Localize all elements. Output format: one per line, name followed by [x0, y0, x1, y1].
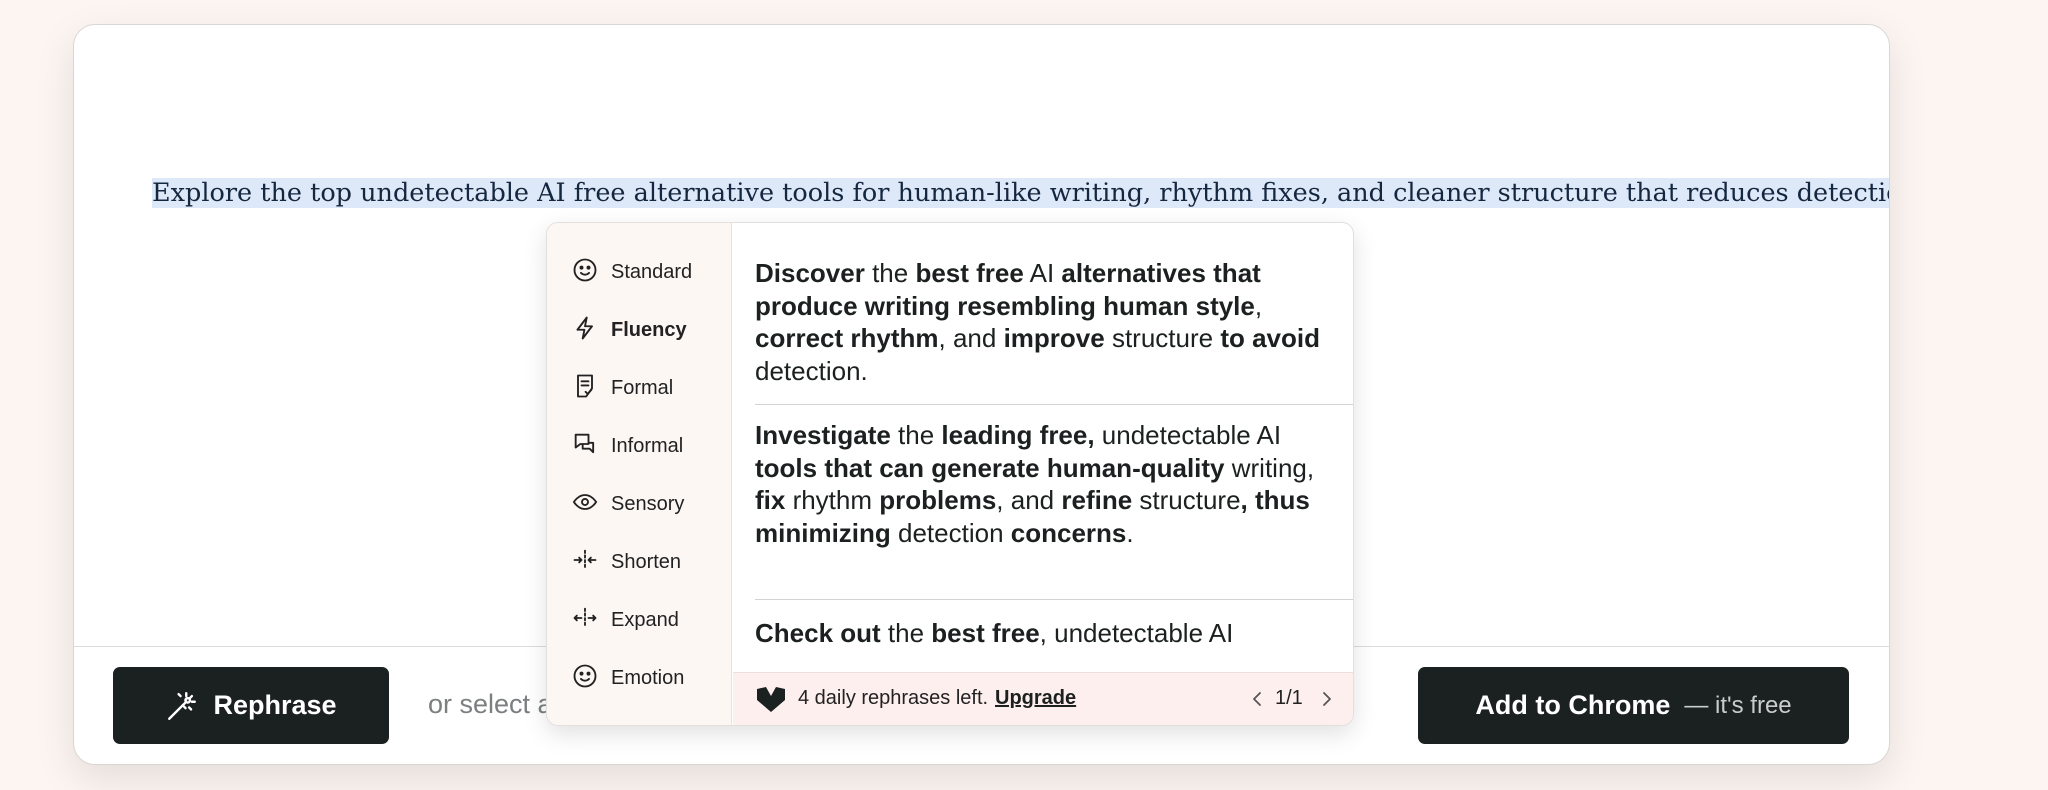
result-bold-segment: concerns	[1010, 517, 1127, 548]
upgrade-link[interactable]: Upgrade	[995, 687, 1076, 710]
result-item[interactable]: Investigate the leading free, undetectab…	[755, 419, 1323, 549]
result-segment: structure	[1104, 323, 1221, 353]
result-segment: writing,	[1224, 452, 1315, 483]
chevron-right-icon[interactable]	[1317, 687, 1337, 711]
document-check-icon	[571, 372, 599, 405]
page-indicator: 1/1	[1275, 687, 1303, 709]
result-bold-segment: Check out	[755, 618, 881, 648]
result-bold-segment: refine	[1061, 485, 1133, 515]
result-segment: the	[880, 618, 932, 648]
mode-label: Standard	[611, 260, 693, 283]
chat-bubbles-icon	[571, 430, 599, 463]
mode-label: Sensory	[611, 492, 685, 515]
mode-standard[interactable]: Standard	[571, 255, 721, 289]
lightning-icon	[571, 314, 599, 347]
rephrase-popup: Standard Fluency Formal Informal Sensory	[546, 222, 1354, 726]
mode-label: Shorten	[611, 550, 682, 573]
result-segment: the	[890, 420, 942, 450]
result-divider	[755, 599, 1353, 600]
mode-shorten[interactable]: Shorten	[571, 545, 721, 579]
mode-label: Emotion	[611, 666, 685, 689]
result-divider	[755, 404, 1353, 405]
result-segment: detection	[890, 517, 1011, 548]
brand-logo-icon	[757, 687, 785, 712]
add-to-chrome-label: Add to Chrome	[1475, 690, 1671, 720]
expand-arrows-icon	[571, 604, 599, 637]
result-bold-segment: Investigate	[755, 420, 891, 450]
mode-sensory[interactable]: Sensory	[571, 487, 721, 521]
result-bold-segment: to avoid	[1220, 323, 1320, 353]
mode-label: Fluency	[611, 318, 687, 341]
mode-fluency[interactable]: Fluency	[571, 313, 721, 347]
result-segment: , and	[996, 485, 1062, 515]
result-segment: undetectable AI	[1094, 420, 1282, 450]
result-segment: , undetectable AI	[1039, 618, 1234, 648]
mode-list: Standard Fluency Formal Informal Sensory	[547, 223, 732, 725]
result-segment: AI	[1023, 258, 1062, 288]
status-bar: 4 daily rephrases left. Upgrade 1/1	[733, 672, 1353, 725]
mode-label: Formal	[611, 376, 674, 399]
chevron-left-icon[interactable]	[1247, 687, 1267, 711]
result-bold-segment: leading free,	[941, 420, 1095, 450]
mode-label: Informal	[611, 434, 684, 457]
add-to-chrome-button[interactable]: Add to Chrome — it's free	[1418, 667, 1849, 744]
magic-wand-icon	[165, 689, 199, 723]
mode-emotion[interactable]: Emotion	[571, 661, 721, 695]
source-text[interactable]: Explore the top undetectable AI free alt…	[152, 175, 1889, 211]
result-bold-segment: best free	[931, 618, 1040, 648]
result-bold-segment: Discover	[755, 258, 865, 288]
mode-label: Expand	[611, 608, 679, 631]
smiley-icon	[571, 256, 599, 289]
smiley-icon	[571, 662, 599, 695]
result-bold-segment: problems	[879, 485, 997, 515]
result-segment: detection.	[755, 355, 868, 386]
result-bold-segment: tools that can generate human-quality	[755, 452, 1225, 483]
result-bold-segment: fix	[755, 485, 786, 515]
result-item[interactable]: Check out the best free, undetectable AI	[755, 617, 1323, 650]
result-item[interactable]: Discover the best free AI alternatives t…	[755, 257, 1323, 387]
result-segment: the	[864, 258, 916, 288]
selected-text-highlight[interactable]: Explore the top undetectable AI free alt…	[152, 178, 1889, 208]
result-segment: , and	[938, 323, 1004, 353]
rephrase-label: Rephrase	[213, 690, 337, 720]
its-free-label: — it's free	[1684, 691, 1792, 719]
mode-informal[interactable]: Informal	[571, 429, 721, 463]
select-hint-text: or select a	[428, 689, 553, 719]
rephrases-left-text: 4 daily rephrases left.	[798, 687, 989, 709]
result-bold-segment: improve	[1003, 323, 1105, 353]
result-segment: rhythm	[785, 485, 880, 515]
eye-icon	[571, 488, 599, 521]
rephrase-button[interactable]: Rephrase	[113, 667, 389, 744]
result-segment: .	[1126, 517, 1134, 548]
mode-expand[interactable]: Expand	[571, 603, 721, 637]
compress-arrows-icon	[571, 546, 599, 579]
result-segment: structure	[1132, 485, 1241, 515]
result-bold-segment: best free	[915, 258, 1024, 288]
mode-formal[interactable]: Formal	[571, 371, 721, 405]
result-bold-segment: correct rhythm	[755, 323, 939, 353]
results-list[interactable]: Discover the best free AI alternatives t…	[733, 223, 1353, 673]
result-segment: ,	[1254, 290, 1263, 321]
